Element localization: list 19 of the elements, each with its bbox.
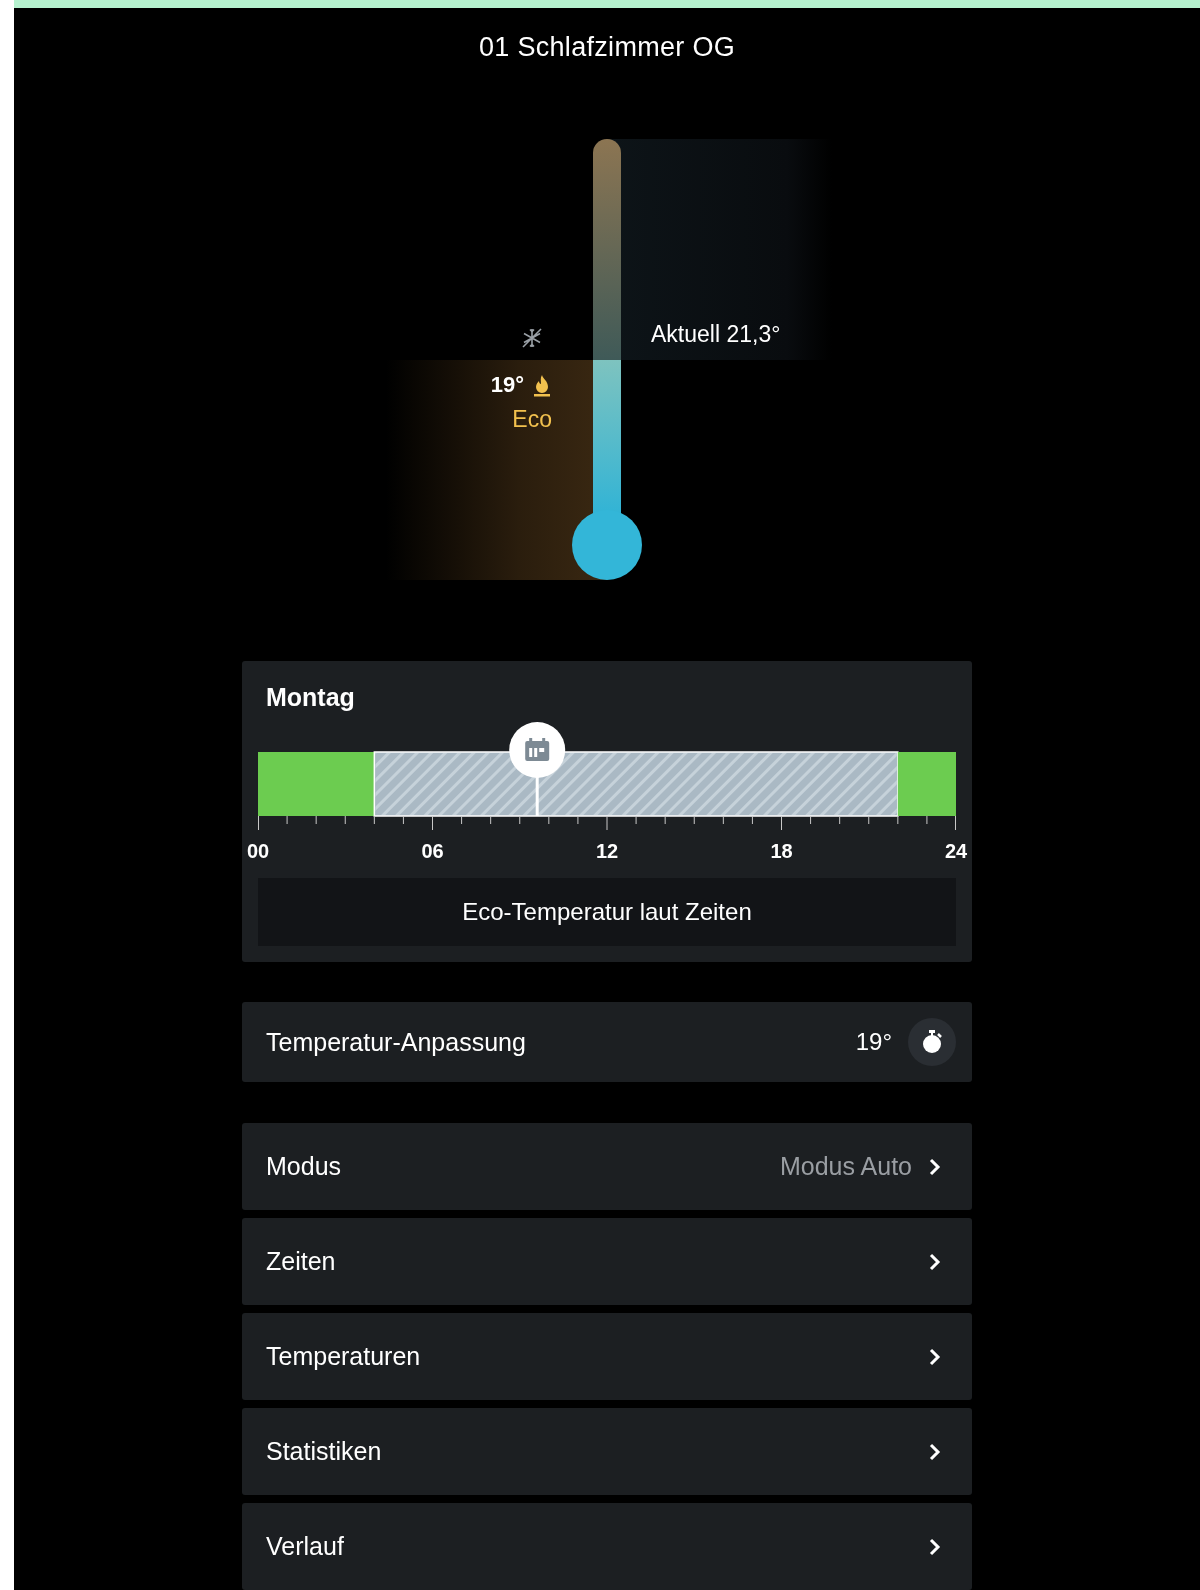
hour-label: 12 bbox=[595, 840, 619, 864]
row-label: Verlauf bbox=[266, 1532, 345, 1561]
hour-label: 00 bbox=[246, 840, 270, 864]
day-title: Montag bbox=[266, 683, 356, 713]
row-label: Temperaturen bbox=[266, 1342, 422, 1371]
current-temperature: Aktuell 21,3° bbox=[651, 321, 781, 349]
row-label: Zeiten bbox=[266, 1247, 337, 1276]
row-label: Statistiken bbox=[266, 1437, 383, 1466]
row-label: Temperatur-Anpassung bbox=[266, 1027, 527, 1057]
mode-label: Eco bbox=[512, 406, 552, 434]
hour-label: 06 bbox=[421, 840, 444, 864]
schedule-status: Eco-Temperatur laut Zeiten bbox=[258, 878, 956, 947]
room-title: 01 Schlafzimmer OG bbox=[479, 32, 735, 64]
row-label: Modus bbox=[266, 1152, 343, 1181]
hour-label: 18 bbox=[770, 840, 793, 864]
row-value: Modus Auto bbox=[779, 1152, 912, 1181]
hour-label: 24 bbox=[944, 840, 968, 864]
adjustment-value: 19° bbox=[855, 1028, 892, 1057]
target-temperature: 19° bbox=[490, 372, 524, 399]
